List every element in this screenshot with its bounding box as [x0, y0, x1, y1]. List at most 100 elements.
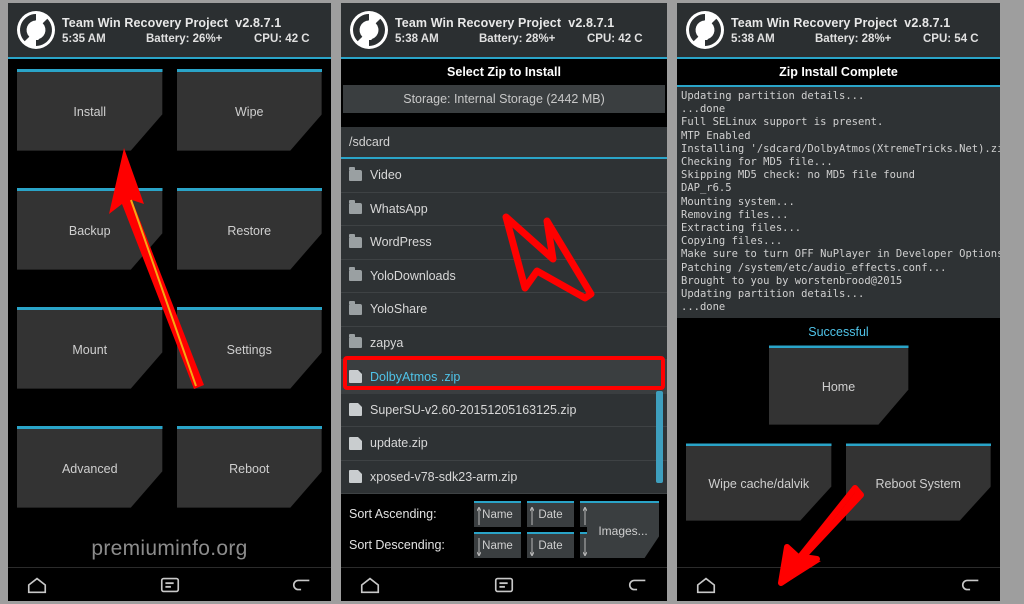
install-button[interactable]: Install — [17, 69, 163, 151]
log-line: Checking for MD5 file... — [681, 156, 833, 169]
panel-install-complete: Team Win Recovery Project v2.8.7.1 5:38 … — [672, 0, 1008, 604]
wipe-button[interactable]: Wipe — [176, 69, 322, 151]
panel1-battery: Battery: 26%+ — [146, 32, 223, 45]
file-name: WordPress — [370, 235, 432, 250]
app-version: v2.8.7.1 — [235, 15, 282, 30]
app-title: Team Win Recovery Project — [62, 15, 229, 30]
panel3-cpu: CPU: 54 C — [923, 32, 979, 45]
reboot-button[interactable]: Reboot — [176, 426, 322, 508]
status-badge: Successful — [677, 318, 1000, 344]
app-title: Team Win Recovery Project — [395, 15, 562, 30]
main-menu-grid: Install Wipe Backup Restore Mount Settin… — [8, 59, 331, 535]
home-icon[interactable] — [359, 574, 381, 596]
home-button-row: Home — [677, 343, 1000, 426]
file-name: update.zip — [370, 436, 428, 451]
sort-option-label: Date — [538, 509, 563, 521]
app-title: Team Win Recovery Project — [731, 15, 898, 30]
panel1-header: Team Win Recovery Project v2.8.7.1 5:35 … — [8, 3, 331, 59]
wipe-cache-dalvik-button[interactable]: Wipe cache/dalvik — [686, 443, 832, 522]
list-item[interactable]: Video — [341, 159, 667, 193]
watermark: premiuminfo.org — [91, 537, 248, 560]
panel2-time: 5:38 AM — [395, 32, 439, 45]
app-version: v2.8.7.1 — [568, 15, 615, 30]
sort-option-label: Name — [482, 509, 513, 521]
file-name: YoloDownloads — [370, 268, 456, 283]
log-line: Removing files... — [681, 208, 789, 221]
back-icon[interactable] — [627, 574, 649, 596]
log-icon[interactable] — [493, 574, 515, 596]
log-line: Copying files... — [681, 235, 783, 248]
log-line: ...done — [681, 301, 726, 314]
file-icon — [349, 470, 362, 484]
file-name: zapya — [370, 335, 404, 350]
file-icon — [349, 436, 362, 450]
log-line: Mounting system... — [681, 195, 795, 208]
list-item[interactable]: YoloDownloads — [341, 260, 667, 293]
sort-descending-label: Sort Descending: — [349, 538, 445, 552]
sort-asc-date-button[interactable]: Date — [527, 501, 574, 527]
arrow-up-icon — [583, 507, 587, 525]
mount-button[interactable]: Mount — [17, 307, 163, 389]
list-item[interactable]: zapya — [341, 327, 667, 360]
file-name: SuperSU-v2.60-20151205163125.zip — [370, 402, 577, 417]
arrow-up-icon — [530, 507, 534, 525]
log-line: Extracting files... — [681, 222, 802, 235]
panel2-navbar — [341, 567, 667, 601]
twrp-logo-icon — [350, 11, 388, 49]
sort-asc-name-button[interactable]: Name — [474, 501, 521, 527]
arrow-down-icon — [530, 538, 534, 556]
folder-icon — [349, 233, 362, 248]
panel1-navbar — [8, 567, 331, 601]
sort-desc-date-button[interactable]: Date — [527, 532, 574, 558]
folder-icon — [349, 334, 362, 349]
restore-button[interactable]: Restore — [176, 188, 322, 270]
file-name: WhatsApp — [370, 201, 428, 216]
arrow-down-icon — [477, 538, 481, 556]
home-button[interactable]: Home — [768, 345, 909, 426]
list-item[interactable]: WhatsApp — [341, 193, 667, 226]
list-item[interactable]: YoloShare — [341, 293, 667, 327]
back-icon[interactable] — [291, 574, 313, 596]
sort-desc-name-button[interactable]: Name — [474, 532, 521, 558]
log-line: Brought to you by worstenbrood@2015 — [681, 274, 903, 287]
file-name: YoloShare — [370, 302, 428, 317]
log-icon[interactable] — [159, 574, 181, 596]
storage-selector[interactable]: Storage: Internal Storage (2442 MB) — [343, 85, 665, 113]
list-item[interactable]: SuperSU-v2.60-20151205163125.zip — [341, 394, 667, 427]
backup-button[interactable]: Backup — [17, 188, 163, 270]
images-button[interactable]: Images... — [587, 501, 659, 558]
home-icon[interactable] — [695, 574, 717, 596]
log-line: ...done — [681, 103, 726, 116]
log-line: DAP_r6.5 — [681, 182, 732, 195]
settings-button[interactable]: Settings — [176, 307, 322, 389]
file-list[interactable]: Video WhatsApp WordPress YoloDownloads Y… — [341, 159, 667, 494]
file-list-scrollbar[interactable] — [656, 391, 663, 483]
panel3-time: 5:38 AM — [731, 32, 775, 45]
current-path: /sdcard — [341, 127, 667, 159]
list-item-selected-zip[interactable]: DolbyAtmos .zip — [341, 360, 667, 394]
list-item[interactable]: WordPress — [341, 226, 667, 260]
panel2-header: Team Win Recovery Project v2.8.7.1 5:38 … — [341, 3, 667, 59]
folder-icon — [349, 166, 362, 181]
log-line: Full SELinux support is present. — [681, 116, 884, 129]
list-item[interactable]: update.zip — [341, 427, 667, 461]
folder-icon — [349, 200, 362, 215]
page-title: Select Zip to Install — [341, 59, 667, 85]
log-line: Updating partition details... — [681, 288, 865, 301]
reboot-system-button[interactable]: Reboot System — [845, 443, 991, 522]
back-icon[interactable] — [960, 574, 982, 596]
panel1-time: 5:35 AM — [62, 32, 106, 45]
log-line: Installing '/sdcard/DolbyAtmos(XtremeTri… — [681, 142, 1008, 155]
app-version: v2.8.7.1 — [904, 15, 951, 30]
sort-option-label: Date — [538, 540, 563, 552]
log-line: Skipping MD5 check: no MD5 file found — [681, 169, 915, 182]
twrp-logo-icon — [686, 11, 724, 49]
log-line: Patching /system/etc/audio_effects.conf.… — [681, 261, 947, 274]
folder-icon — [349, 300, 362, 315]
screenshot-root: Team Win Recovery Project v2.8.7.1 5:35 … — [0, 0, 1024, 604]
twrp-logo-icon — [17, 11, 55, 49]
advanced-button[interactable]: Advanced — [17, 426, 163, 508]
home-icon[interactable] — [26, 574, 48, 596]
list-item[interactable]: xposed-v78-sdk23-arm.zip — [341, 461, 667, 494]
